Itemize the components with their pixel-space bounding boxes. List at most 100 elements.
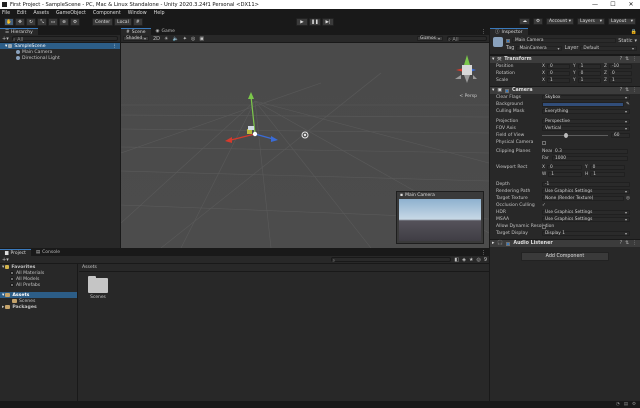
help-icon[interactable]: ? bbox=[620, 88, 623, 93]
close-button[interactable]: ✕ bbox=[622, 1, 640, 8]
packages-folder[interactable]: ▸ Packages bbox=[0, 304, 77, 310]
target-texture-field[interactable]: None (Render Texture) bbox=[542, 196, 624, 201]
custom-tool-icon[interactable]: ⚙ bbox=[70, 18, 80, 26]
move-tool-icon[interactable]: ✥ bbox=[15, 18, 25, 26]
grid-snap-icon[interactable]: # bbox=[132, 18, 143, 26]
camera-settings-icon[interactable]: ▣ bbox=[199, 36, 204, 42]
kebab-menu-icon[interactable]: ⋮ bbox=[632, 88, 637, 93]
kebab-menu-icon[interactable]: ⋮ bbox=[632, 241, 637, 246]
background-color-field[interactable] bbox=[542, 102, 624, 107]
far-field[interactable]: 1000 bbox=[552, 156, 628, 161]
rotation-z-field[interactable]: 0 bbox=[608, 71, 632, 76]
field-of-view-input[interactable]: 60 bbox=[611, 133, 630, 138]
tab-project[interactable]: ▆ Project bbox=[0, 249, 31, 256]
kebab-menu-icon[interactable]: ⋮ bbox=[112, 44, 120, 49]
add-component-button[interactable]: Add Component bbox=[521, 252, 609, 261]
audio-listener-enabled-checkbox[interactable] bbox=[506, 241, 511, 246]
favorite-icon[interactable]: ★ bbox=[469, 257, 473, 263]
filter-by-type-icon[interactable]: ◧ bbox=[454, 257, 459, 263]
preset-icon[interactable]: ⇅ bbox=[625, 241, 629, 246]
camera-enabled-checkbox[interactable] bbox=[504, 88, 509, 93]
scale-x-field[interactable]: 1 bbox=[546, 78, 570, 83]
kebab-menu-icon[interactable]: ⋮ bbox=[632, 57, 637, 62]
menu-assets[interactable]: Assets bbox=[33, 11, 49, 16]
preset-icon[interactable]: ⇅ bbox=[625, 88, 629, 93]
account-dropdown[interactable]: Account ▾ bbox=[546, 18, 574, 25]
pivot-toggle[interactable]: Center bbox=[92, 18, 114, 26]
tab-inspector[interactable]: ⓘ Inspector bbox=[490, 28, 528, 35]
space-toggle[interactable]: Local bbox=[114, 18, 132, 26]
lock-icon[interactable]: 🔒 bbox=[631, 29, 640, 35]
lighting-toggle-icon[interactable]: ☀ bbox=[164, 36, 168, 42]
culling-mask-dropdown[interactable]: Everything bbox=[542, 109, 630, 114]
projection-dropdown[interactable]: Perspective bbox=[542, 119, 630, 124]
viewport-w-field[interactable]: 1 bbox=[548, 172, 582, 177]
services-icon[interactable]: ⚙ bbox=[532, 18, 543, 25]
rect-tool-icon[interactable]: ▭ bbox=[48, 18, 58, 26]
debug-mode-icon[interactable]: ⚙ bbox=[632, 402, 636, 407]
minimize-button[interactable]: — bbox=[586, 1, 604, 8]
position-z-field[interactable]: -10 bbox=[608, 64, 632, 69]
maximize-button[interactable]: ☐ bbox=[604, 1, 622, 8]
viewport-x-field[interactable]: 0 bbox=[546, 165, 582, 170]
kebab-menu-icon[interactable]: ⋮ bbox=[481, 29, 489, 35]
field-of-view-slider[interactable] bbox=[542, 133, 608, 138]
rotation-x-field[interactable]: 0 bbox=[546, 71, 570, 76]
eyedropper-icon[interactable]: ✎ bbox=[626, 102, 630, 107]
slider-thumb[interactable] bbox=[563, 133, 568, 138]
depth-field[interactable]: -1 bbox=[542, 182, 630, 187]
hand-tool-icon[interactable]: ✋ bbox=[4, 18, 14, 26]
clear-flags-dropdown[interactable]: Skybox bbox=[542, 95, 630, 100]
viewport-y-field[interactable]: 0 bbox=[589, 165, 625, 170]
kebab-menu-icon[interactable]: ⋮ bbox=[481, 250, 489, 256]
perspective-label[interactable]: < Persp bbox=[459, 94, 477, 99]
asset-item-scenes[interactable]: Scenes bbox=[87, 276, 109, 300]
tag-dropdown[interactable]: MainCamera bbox=[516, 45, 563, 51]
menu-help[interactable]: Help bbox=[154, 11, 165, 16]
transform-header[interactable]: ▾ ⤧ Transform ? ⇅ ⋮ bbox=[490, 55, 640, 63]
camera-header[interactable]: ▾ ▣ Camera ? ⇅ ⋮ bbox=[490, 86, 640, 94]
hidden-objects-icon[interactable]: ◎ bbox=[191, 36, 195, 42]
tab-scene[interactable]: # Scene bbox=[121, 28, 151, 35]
audio-listener-header[interactable]: ▸ 🎧 Audio Listener ? ⇅ ⋮ bbox=[490, 239, 640, 247]
camera-gizmo-icon[interactable] bbox=[248, 126, 254, 130]
layer-dropdown[interactable]: Default bbox=[580, 45, 637, 51]
viewport-h-field[interactable]: 1 bbox=[590, 172, 625, 177]
rotate-tool-icon[interactable]: ↻ bbox=[26, 18, 36, 26]
hierarchy-search-input[interactable]: ⌕ All bbox=[11, 36, 118, 43]
menu-edit[interactable]: Edit bbox=[17, 11, 26, 16]
rotation-y-field[interactable]: 0 bbox=[577, 71, 601, 76]
hierarchy-item-directional-light[interactable]: Directional Light bbox=[0, 55, 120, 61]
add-object-button[interactable]: +▾ bbox=[2, 36, 9, 42]
create-asset-button[interactable]: +▾ bbox=[2, 257, 9, 263]
gizmos-dropdown[interactable]: Gizmos bbox=[417, 36, 443, 41]
preset-icon[interactable]: ⇅ bbox=[625, 57, 629, 62]
active-checkbox[interactable] bbox=[506, 38, 510, 43]
occlusion-culling-checkbox[interactable]: ✓ bbox=[542, 203, 546, 208]
step-icon[interactable]: ▶| bbox=[322, 18, 334, 26]
near-field[interactable]: 0.3 bbox=[552, 149, 628, 154]
menu-gameobject[interactable]: GameObject bbox=[56, 11, 86, 16]
menu-file[interactable]: File bbox=[2, 11, 10, 16]
rendering-path-dropdown[interactable]: Use Graphics Settings bbox=[542, 189, 630, 194]
object-name-field[interactable]: Main Camera bbox=[512, 38, 617, 43]
tab-game[interactable]: ◉ Game bbox=[150, 28, 180, 35]
scale-y-field[interactable]: 1 bbox=[577, 78, 601, 83]
tab-hierarchy[interactable]: ☰ Hierarchy bbox=[0, 28, 38, 35]
help-icon[interactable]: ? bbox=[620, 57, 623, 62]
effects-toggle-icon[interactable]: ✦ bbox=[183, 36, 187, 42]
pause-icon[interactable]: ❚❚ bbox=[309, 18, 321, 26]
menu-component[interactable]: Component bbox=[93, 11, 121, 16]
transform-tool-icon[interactable]: ⊕ bbox=[59, 18, 69, 26]
menu-window[interactable]: Window bbox=[128, 11, 147, 16]
allow-dynamic-resolution-checkbox[interactable] bbox=[542, 224, 546, 229]
collab-icon[interactable]: ☁ bbox=[519, 18, 530, 25]
hdr-dropdown[interactable]: Use Graphics Settings bbox=[542, 210, 630, 215]
fov-axis-dropdown[interactable]: Vertical bbox=[542, 126, 630, 131]
tab-console[interactable]: ▤ Console bbox=[30, 249, 66, 256]
audio-toggle-icon[interactable]: 🔈 bbox=[173, 36, 179, 42]
physical-camera-checkbox[interactable] bbox=[542, 140, 546, 145]
layers-dropdown[interactable]: Layers ▾ bbox=[577, 18, 605, 25]
scene-viewport[interactable]: < Persp ▪ Main Camera bbox=[121, 43, 489, 248]
scale-tool-icon[interactable]: ⤡ bbox=[37, 18, 47, 26]
